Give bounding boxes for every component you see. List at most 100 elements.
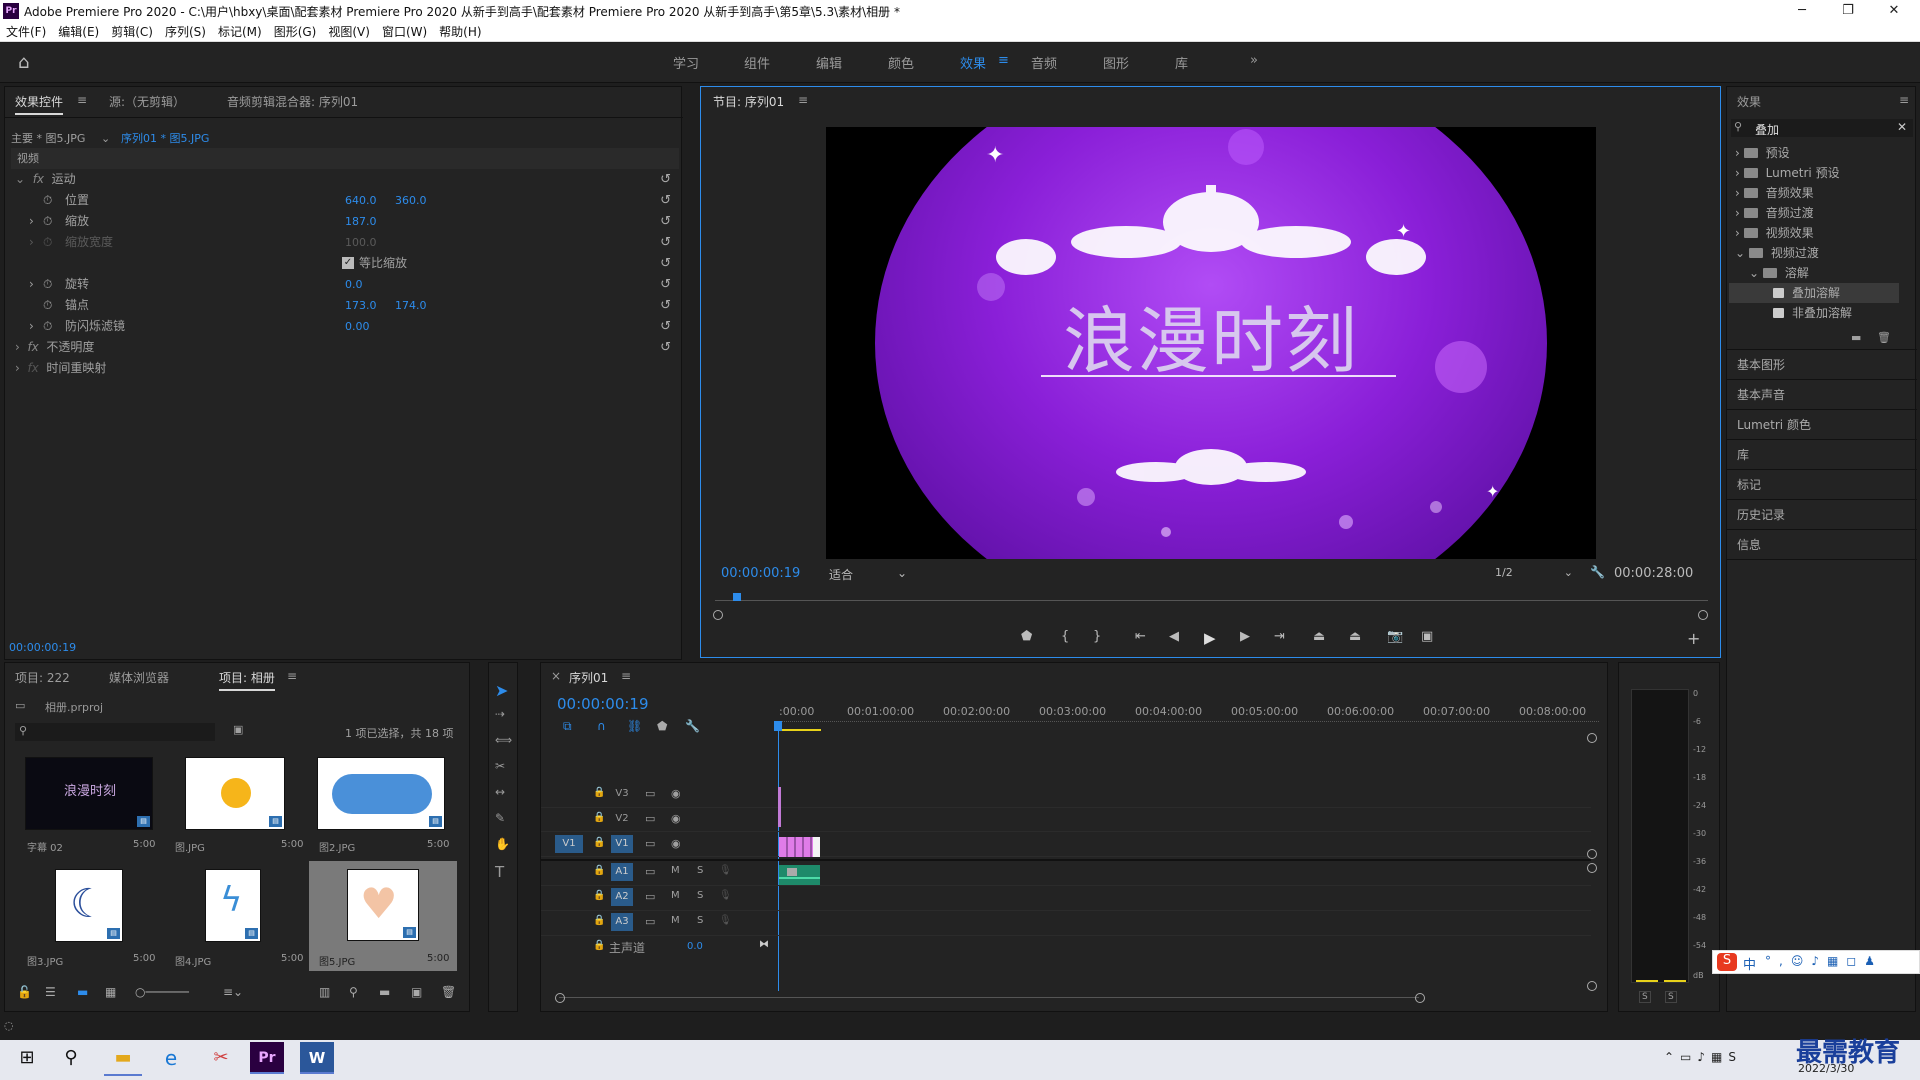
eye-icon[interactable]: ◉ — [671, 787, 681, 800]
workspace-editing[interactable]: 编辑 — [816, 53, 842, 72]
scroll-handle[interactable] — [1587, 849, 1597, 859]
reset-icon[interactable]: ↺ — [660, 340, 671, 355]
zoom-slider[interactable]: ○────── — [135, 985, 189, 999]
lock-icon[interactable]: 🔓 — [17, 985, 32, 999]
track-v1-label[interactable]: V1 — [611, 835, 633, 853]
step-forward-icon[interactable]: ▶ — [1240, 629, 1250, 644]
reset-icon[interactable]: ↺ — [660, 256, 671, 271]
stopwatch-icon[interactable]: ⏱ — [43, 274, 52, 295]
lock-icon[interactable]: 🔒 — [593, 787, 605, 798]
pen-tool-icon[interactable]: ✎ — [495, 811, 505, 825]
master-volume-value[interactable]: 0.0 — [687, 941, 703, 952]
scroll-handle[interactable] — [1587, 733, 1597, 743]
snap-icon[interactable]: ∩ — [597, 719, 606, 733]
lock-icon[interactable]: 🔒 — [593, 915, 605, 926]
start-icon[interactable]: ⊞ — [8, 1038, 46, 1076]
stopwatch-icon[interactable]: ⏱ — [43, 316, 52, 337]
track-v2-label[interactable]: V2 — [611, 810, 633, 828]
audio-clip-a1[interactable] — [779, 865, 820, 885]
project-item-thumb[interactable]: ☾ ▤ — [55, 869, 123, 942]
lock-icon[interactable]: 🔒 — [593, 940, 605, 951]
comparison-view-icon[interactable]: ▣ — [1421, 629, 1433, 644]
add-marker-icon[interactable]: ⬟ — [657, 719, 667, 733]
tree-non-additive-dissolve[interactable]: 非叠加溶解 — [1773, 303, 1852, 323]
tab-source[interactable]: 源:（无剪辑） — [109, 93, 185, 110]
timeline-tab[interactable]: 序列01 — [569, 669, 608, 686]
maximize-icon[interactable]: ❐ — [1826, 0, 1870, 22]
linked-selection-icon[interactable]: ⛓ — [627, 719, 642, 733]
workspace-audio[interactable]: 音频 — [1031, 53, 1057, 72]
add-button-icon[interactable]: + — [1687, 629, 1700, 648]
lock-icon[interactable]: 🔒 — [593, 837, 605, 848]
effects-search-field[interactable]: ⚲ 叠加 ✕ — [1731, 119, 1913, 137]
find-icon[interactable]: ⚲ — [349, 985, 358, 999]
mark-out-icon[interactable]: } — [1093, 629, 1101, 644]
scroll-handle[interactable] — [1587, 981, 1597, 991]
hand-tool-icon[interactable]: ✋ — [495, 837, 510, 851]
premiere-taskbar-icon[interactable]: Pr — [250, 1042, 284, 1074]
sequence-clip-label[interactable]: 序列01 * 图5.JPG — [121, 128, 209, 149]
go-to-out-icon[interactable]: ⇥ — [1274, 629, 1285, 644]
scale-value[interactable]: 187.0 — [345, 211, 377, 232]
panel-essential-graphics[interactable]: 基本图形 — [1737, 355, 1785, 375]
reset-icon[interactable]: ↺ — [660, 298, 671, 313]
project-item-thumb[interactable]: ▤ — [185, 757, 285, 830]
program-timecode[interactable]: 00:00:00:19 — [721, 566, 800, 581]
new-bin-icon[interactable]: ▬ — [379, 985, 390, 999]
lock-icon[interactable]: 🔒 — [593, 865, 605, 876]
tree-lumetri-presets[interactable]: › Lumetri 预设 — [1735, 163, 1840, 183]
zoom-handle-left[interactable] — [555, 993, 565, 1003]
minimize-icon[interactable]: ─ — [1780, 0, 1824, 22]
uniform-scale-checkbox[interactable]: ✓ — [342, 257, 354, 269]
project-item-thumb[interactable]: 浪漫时刻 ▤ — [25, 757, 153, 830]
solo-right-button[interactable]: S — [1665, 991, 1677, 1003]
new-item-icon[interactable]: ▣ — [411, 985, 422, 999]
panel-menu-icon[interactable]: ≡ — [621, 669, 631, 683]
mic-icon[interactable]: 🎙 — [719, 915, 732, 926]
mute-button[interactable]: M — [671, 915, 680, 926]
panel-menu-icon[interactable]: ≡ — [77, 93, 87, 107]
playhead-marker[interactable] — [774, 721, 782, 731]
mute-button[interactable]: M — [671, 865, 680, 876]
menu-graphics[interactable]: 图形(G) — [268, 22, 323, 42]
reset-icon[interactable]: ↺ — [660, 319, 671, 334]
menu-help[interactable]: 帮助(H) — [433, 22, 487, 42]
selection-tool-icon[interactable]: ➤ — [495, 681, 508, 700]
lift-icon[interactable]: ⏏ — [1313, 629, 1325, 644]
position-x-value[interactable]: 640.0 — [345, 190, 377, 211]
menu-window[interactable]: 窗口(W) — [376, 22, 433, 42]
edge-icon[interactable]: e — [152, 1038, 190, 1076]
play-icon[interactable]: ▶ — [1204, 629, 1216, 647]
new-search-bin-icon[interactable]: ▣ — [233, 723, 243, 736]
mic-icon[interactable]: 🎙 — [719, 865, 732, 876]
menu-file[interactable]: 文件(F) — [0, 22, 52, 42]
tree-presets[interactable]: › 预设 — [1735, 143, 1790, 163]
reset-icon[interactable]: ↺ — [660, 193, 671, 208]
lock-icon[interactable]: 🔒 — [593, 812, 605, 823]
go-to-end-icon[interactable]: ⧓ — [759, 939, 769, 950]
workspace-menu-icon[interactable]: ≡ — [998, 53, 1009, 68]
clear-search-icon[interactable]: ✕ — [1897, 120, 1907, 134]
stopwatch-icon[interactable]: ⏱ — [43, 295, 52, 316]
tab-audio-mixer[interactable]: 音频剪辑混合器: 序列01 — [227, 93, 358, 110]
list-view-icon[interactable]: ☰ — [45, 985, 56, 999]
motion-row[interactable]: ⌄ fx 运动 — [15, 169, 679, 190]
panel-menu-icon[interactable]: ≡ — [287, 669, 297, 683]
project-item-selected[interactable]: ♥ ▤ 图5.JPG 5:00 — [309, 861, 457, 971]
program-scrubber[interactable] — [715, 600, 1708, 601]
stopwatch-icon[interactable]: ⏱ — [43, 190, 52, 211]
tree-audio-transitions[interactable]: › 音频过渡 — [1735, 203, 1814, 223]
panel-history[interactable]: 历史记录 — [1737, 505, 1785, 525]
freeform-view-icon[interactable]: ▦ — [105, 985, 116, 999]
sync-lock-icon[interactable]: ▭ — [645, 865, 655, 878]
reset-icon[interactable]: ↺ — [660, 277, 671, 292]
tab-effect-controls[interactable]: 效果控件 — [15, 93, 64, 115]
step-back-icon[interactable]: ◀ — [1169, 629, 1179, 644]
nest-icon[interactable]: ⧉ — [563, 719, 572, 734]
tree-audio-effects[interactable]: › 音频效果 — [1735, 183, 1814, 203]
tree-video-effects[interactable]: › 视频效果 — [1735, 223, 1814, 243]
automate-icon[interactable]: ▥ — [319, 985, 330, 999]
solo-button[interactable]: S — [697, 915, 703, 926]
extract-icon[interactable]: ⏏ — [1349, 629, 1361, 644]
panel-libraries[interactable]: 库 — [1737, 445, 1749, 465]
